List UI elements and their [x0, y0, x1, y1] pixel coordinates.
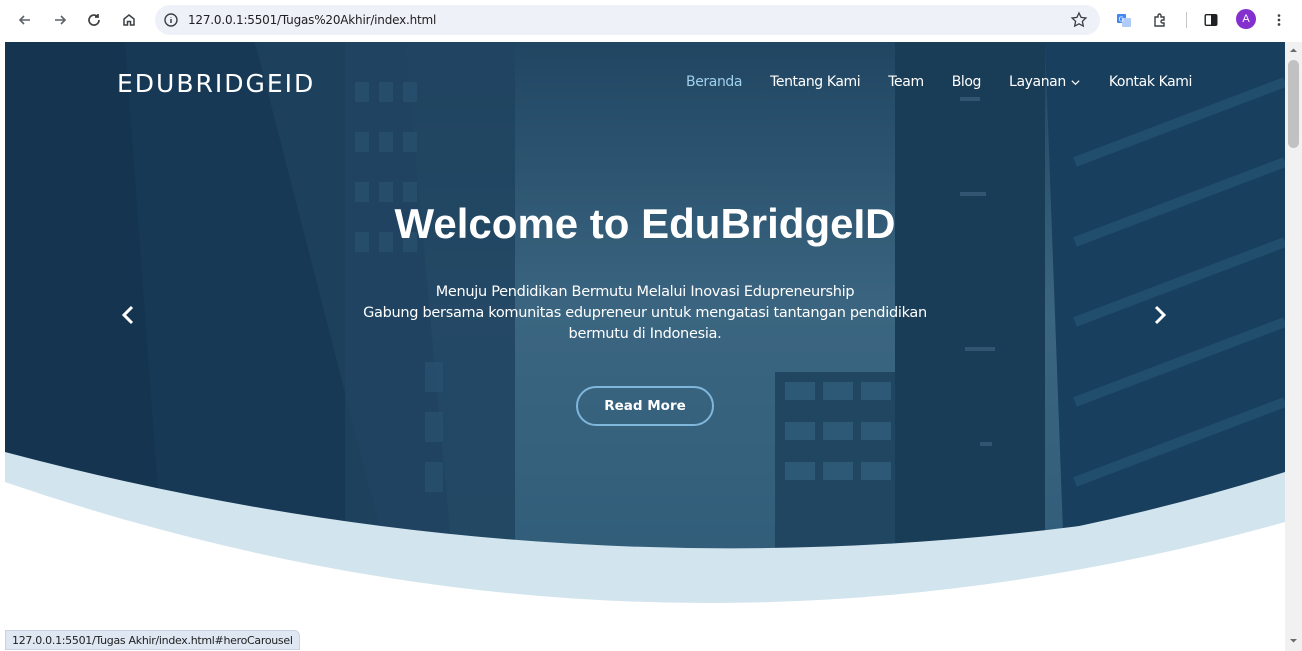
nav-beranda[interactable]: Beranda — [686, 74, 742, 90]
info-icon[interactable] — [163, 12, 179, 28]
translate-icon[interactable]: G — [1113, 9, 1135, 31]
nav-layanan-label: Layanan — [1009, 74, 1066, 90]
chevron-left-icon[interactable] — [117, 303, 141, 327]
nav-team[interactable]: Team — [888, 74, 924, 90]
extensions-icon[interactable] — [1149, 9, 1171, 31]
hero-subtitle-line-1: Menuju Pendidikan Bermutu Melalui Inovas… — [435, 284, 855, 300]
link-status-bubble: 127.0.0.1:5501/Tugas Akhir/index.html#he… — [5, 630, 300, 650]
menu-icon[interactable] — [1268, 9, 1290, 31]
svg-text:G: G — [1119, 16, 1124, 24]
hero-title: Welcome to EduBridgeID — [394, 200, 896, 247]
hero-subtitle-line-2: Gabung bersama komunitas edupreneur untu… — [363, 305, 927, 321]
page-scrollbar[interactable] — [1285, 42, 1302, 651]
back-icon[interactable] — [12, 7, 38, 33]
chevron-right-icon[interactable] — [1147, 303, 1171, 327]
nav-blog[interactable]: Blog — [952, 74, 982, 90]
read-more-button[interactable]: Read More — [576, 386, 714, 426]
home-icon[interactable] — [116, 7, 142, 33]
address-bar[interactable]: 127.0.0.1:5501/Tugas%20Akhir/index.html — [155, 5, 1100, 35]
nav-layanan[interactable]: Layanan — [1009, 74, 1081, 90]
profile-avatar[interactable]: A — [1236, 9, 1256, 29]
site-logo[interactable]: EDUBRIDGEID — [117, 69, 315, 98]
side-panel-icon[interactable] — [1200, 9, 1222, 31]
chevron-down-icon — [1071, 79, 1080, 85]
hero-wave-divider — [5, 452, 1285, 651]
scrollbar-thumb[interactable] — [1288, 60, 1299, 148]
hero-subtitle-line-3: bermutu di Indonesia. — [568, 326, 722, 342]
toolbar-divider — [1186, 12, 1187, 28]
page-viewport: EDUBRIDGEID Beranda Tentang Kami Team Bl… — [5, 42, 1285, 651]
url-text[interactable]: 127.0.0.1:5501/Tugas%20Akhir/index.html — [188, 13, 436, 27]
nav-tentang-kami[interactable]: Tentang Kami — [770, 74, 861, 90]
hero-subtitle: Menuju Pendidikan Bermutu Melalui Inovas… — [345, 282, 945, 345]
forward-icon[interactable] — [47, 7, 73, 33]
main-navigation: Beranda Tentang Kami Team Blog Layanan K… — [686, 74, 1220, 90]
scroll-up-icon[interactable] — [1289, 46, 1298, 55]
scroll-down-icon[interactable] — [1289, 636, 1298, 645]
browser-toolbar: 127.0.0.1:5501/Tugas%20Akhir/index.html … — [0, 0, 1302, 40]
star-icon[interactable] — [1070, 11, 1088, 29]
reload-icon[interactable] — [81, 7, 107, 33]
nav-kontak-kami[interactable]: Kontak Kami — [1109, 74, 1193, 90]
